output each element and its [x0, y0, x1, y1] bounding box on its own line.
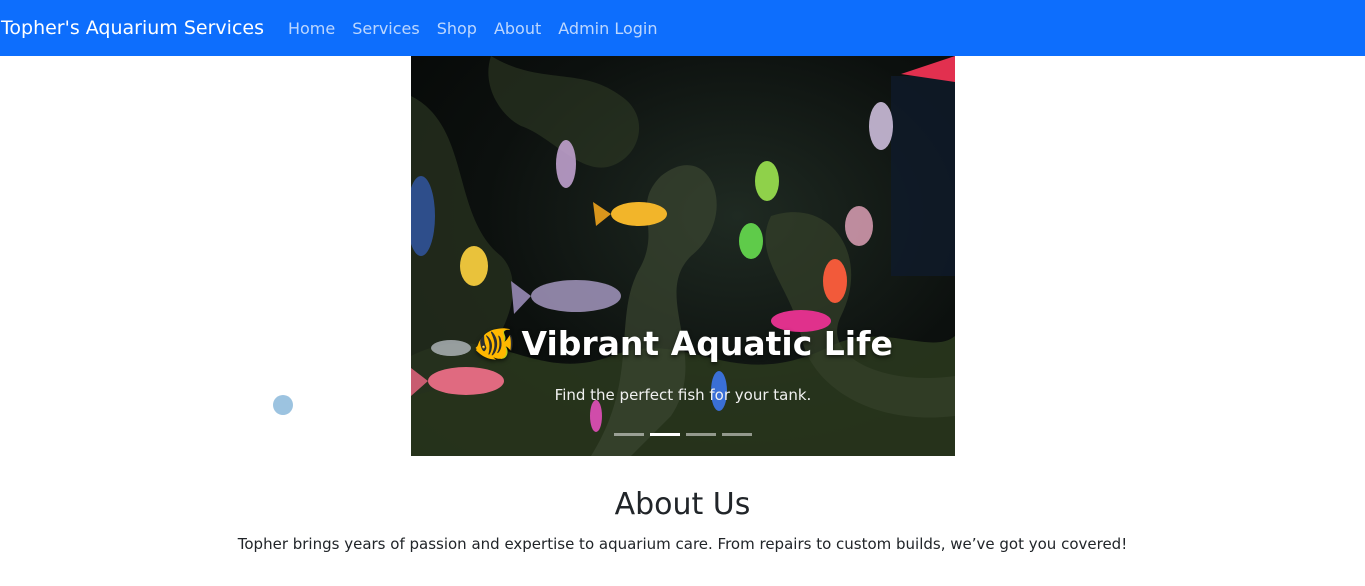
carousel-indicators: [614, 433, 758, 436]
nav-shop[interactable]: Shop: [437, 19, 477, 38]
nav-home[interactable]: Home: [288, 19, 335, 38]
carousel-caption-title: 🐠 Vibrant Aquatic Life: [411, 324, 955, 364]
about-text: Topher brings years of passion and exper…: [237, 535, 1128, 553]
carousel-indicator-2[interactable]: [650, 433, 680, 436]
hero-carousel[interactable]: 🐠 Vibrant Aquatic Life Find the perfect f…: [411, 56, 955, 456]
fish-emoji-icon: 🐠: [473, 324, 516, 364]
carousel-indicator-3[interactable]: [686, 433, 716, 436]
nav-about[interactable]: About: [494, 19, 541, 38]
carousel-indicator-4[interactable]: [722, 433, 752, 436]
brand-link[interactable]: Topher's Aquarium Services: [1, 17, 264, 39]
carousel-caption-subtitle: Find the perfect fish for your tank.: [554, 386, 812, 404]
about-heading: About Us: [614, 487, 751, 522]
carousel-title-text: Vibrant Aquatic Life: [521, 324, 893, 363]
carousel-indicator-1[interactable]: [614, 433, 644, 436]
nav-admin-login[interactable]: Admin Login: [558, 19, 657, 38]
floating-dot: [273, 395, 293, 415]
nav-services[interactable]: Services: [352, 19, 419, 38]
navbar: Topher's Aquarium Services Home Services…: [0, 0, 1365, 56]
